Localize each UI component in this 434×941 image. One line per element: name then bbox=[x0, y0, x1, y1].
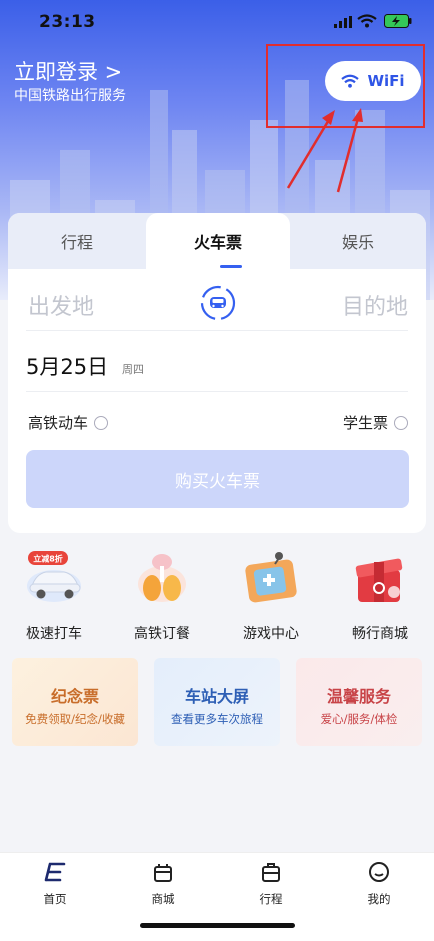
student-radio[interactable] bbox=[394, 415, 408, 430]
tabbar-item-shop[interactable]: 商城 bbox=[133, 861, 193, 907]
discount-badge: 立减8折 bbox=[33, 554, 63, 564]
service-item-meal[interactable]: 高铁订餐 bbox=[108, 548, 216, 643]
service-label: 游戏中心 bbox=[243, 626, 299, 642]
divider bbox=[26, 391, 408, 392]
tabbar-label: 首页 bbox=[43, 892, 67, 906]
tabbar-label: 行程 bbox=[259, 892, 283, 906]
home-icon bbox=[44, 862, 66, 882]
cellular-signal-icon bbox=[334, 16, 352, 28]
promo-card-care-service[interactable]: 温馨服务 爱心/服务/体检 bbox=[296, 658, 422, 746]
ticket-booking-card: 行程 火车票 娱乐 出发地 目的地 5月25日 周四 高铁动车 学生票 购买火车… bbox=[8, 213, 426, 533]
destination-input[interactable]: 目的地 bbox=[342, 289, 408, 321]
profile-icon bbox=[369, 862, 389, 882]
trip-icon bbox=[262, 863, 280, 882]
highspeed-option[interactable]: 高铁动车 bbox=[28, 412, 109, 433]
wifi-status-icon bbox=[357, 14, 377, 28]
divider bbox=[26, 330, 408, 331]
promo-card-subtitle: 免费领取/纪念/收藏 bbox=[25, 712, 125, 726]
promo-card-title: 纪念票 bbox=[50, 687, 99, 706]
buy-ticket-button[interactable]: 购买火车票 bbox=[26, 450, 409, 508]
service-item-mall[interactable]: 畅行商城 bbox=[326, 548, 434, 643]
battery-charging-icon bbox=[384, 14, 412, 28]
highlight-box bbox=[266, 44, 425, 128]
login-link[interactable]: 立即登录 > bbox=[14, 56, 122, 86]
departure-date[interactable]: 5月25日 bbox=[26, 351, 108, 381]
promo-cards: 纪念票 免费领取/纪念/收藏 车站大屏 查看更多车次旅程 温馨服务 爱心/服务/… bbox=[0, 658, 434, 746]
service-item-games[interactable]: 游戏中心 bbox=[217, 548, 325, 643]
service-label: 极速打车 bbox=[26, 626, 82, 642]
departure-input[interactable]: 出发地 bbox=[28, 289, 94, 321]
tab-trip[interactable]: 行程 bbox=[8, 213, 146, 269]
promo-card-title: 车站大屏 bbox=[184, 687, 249, 706]
service-item-taxi[interactable]: 立减8折 极速打车 bbox=[0, 548, 108, 643]
departure-weekday: 周四 bbox=[122, 363, 144, 376]
gift-icon bbox=[355, 558, 403, 602]
highspeed-option-label: 高铁动车 bbox=[28, 414, 89, 432]
tab-entertainment[interactable]: 娱乐 bbox=[290, 213, 426, 269]
header-subtitle: 中国铁路出行服务 bbox=[14, 88, 126, 104]
game-icon bbox=[245, 552, 297, 603]
tabbar-label: 商城 bbox=[151, 892, 175, 906]
status-time: 23:13 bbox=[39, 12, 96, 32]
service-label: 畅行商城 bbox=[352, 626, 408, 642]
tabbar-label: 我的 bbox=[367, 892, 391, 906]
tab-train-ticket[interactable]: 火车票 bbox=[146, 213, 290, 269]
tabbar-item-home[interactable]: 首页 bbox=[25, 861, 85, 907]
tabbar-item-profile[interactable]: 我的 bbox=[349, 861, 409, 907]
service-grid: 立减8折 极速打车 高铁订餐 游戏中心 畅行商城 bbox=[0, 548, 434, 644]
car-icon: 立减8折 bbox=[27, 551, 81, 602]
promo-card-title: 温馨服务 bbox=[326, 687, 391, 706]
shop-icon bbox=[154, 864, 172, 882]
promo-card-subtitle: 爱心/服务/体检 bbox=[320, 712, 398, 726]
meal-icon bbox=[138, 554, 186, 602]
service-label: 高铁订餐 bbox=[134, 626, 190, 642]
promo-card-station-screen[interactable]: 车站大屏 查看更多车次旅程 bbox=[154, 658, 280, 746]
student-option-label: 学生票 bbox=[342, 414, 388, 432]
tabbar-item-trip[interactable]: 行程 bbox=[241, 861, 301, 907]
booking-tabs: 行程 火车票 娱乐 bbox=[8, 213, 426, 269]
promo-card-subtitle: 查看更多车次旅程 bbox=[171, 712, 263, 726]
home-indicator bbox=[140, 923, 295, 928]
highspeed-radio[interactable] bbox=[94, 415, 109, 430]
swap-stations-icon[interactable] bbox=[200, 285, 236, 321]
active-tab-indicator bbox=[220, 265, 242, 268]
student-ticket-option[interactable]: 学生票 bbox=[343, 412, 408, 433]
promo-card-souvenir-ticket[interactable]: 纪念票 免费领取/纪念/收藏 bbox=[12, 658, 138, 746]
status-bar: 23:13 bbox=[0, 0, 434, 44]
